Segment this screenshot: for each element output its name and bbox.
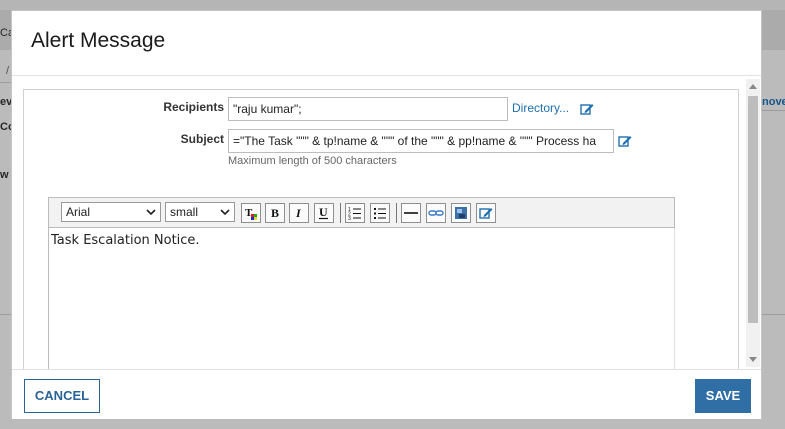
toolbar-separator bbox=[340, 203, 341, 223]
font-size-select[interactable]: small bbox=[165, 202, 235, 222]
font-size-value: small bbox=[170, 205, 199, 219]
toolbar-separator bbox=[396, 203, 397, 223]
horizontal-rule-button[interactable] bbox=[401, 203, 421, 223]
dialog-body: Recipients "raju kumar"; Directory... Su… bbox=[12, 77, 761, 369]
editor-content-area[interactable]: Task Escalation Notice. bbox=[51, 233, 200, 248]
image-icon bbox=[455, 207, 467, 219]
link-icon bbox=[428, 210, 444, 216]
unordered-list-button[interactable] bbox=[370, 203, 390, 223]
recipients-label: Recipients bbox=[163, 100, 224, 114]
recipients-input[interactable]: "raju kumar"; bbox=[228, 97, 508, 121]
italic-icon: I bbox=[295, 206, 302, 220]
editor-toolbar: Arial small T B I U 1 2 3 bbox=[49, 198, 674, 228]
svg-text:3: 3 bbox=[348, 216, 351, 222]
chevron-down-icon bbox=[146, 209, 156, 216]
dialog-header: Alert Message bbox=[12, 11, 761, 76]
bold-button[interactable]: B bbox=[265, 203, 285, 223]
text-color-button[interactable]: T bbox=[241, 203, 261, 223]
svg-text:U: U bbox=[319, 205, 328, 219]
svg-text:I: I bbox=[295, 206, 302, 220]
underline-icon: U bbox=[319, 205, 328, 220]
chevron-down-icon bbox=[220, 209, 230, 216]
ordered-list-icon: 1 2 3 bbox=[348, 207, 361, 222]
cancel-button[interactable]: CANCEL bbox=[24, 379, 100, 413]
scrollbar-thumb[interactable] bbox=[748, 96, 758, 323]
text-color-icon: T bbox=[245, 207, 257, 220]
save-button[interactable]: SAVE bbox=[695, 379, 751, 413]
ordered-list-button[interactable]: 1 2 3 bbox=[345, 203, 365, 223]
subject-helper-text: Maximum length of 500 characters bbox=[228, 155, 397, 167]
editor-border bbox=[674, 228, 675, 369]
unordered-list-icon bbox=[374, 208, 386, 219]
bold-icon: B bbox=[271, 206, 279, 220]
dialog-scrollbar[interactable] bbox=[746, 79, 760, 367]
edit-subject-icon[interactable] bbox=[618, 134, 632, 148]
dialog-title: Alert Message bbox=[31, 29, 166, 52]
italic-button[interactable]: I bbox=[289, 203, 309, 223]
edit-source-icon bbox=[479, 208, 493, 219]
font-family-select[interactable]: Arial bbox=[61, 202, 161, 222]
subject-label: Subject bbox=[180, 132, 224, 146]
subject-input[interactable]: ="The Task """ & tp!name & """ of the ""… bbox=[228, 129, 614, 153]
alert-message-dialog: Alert Message Recipients "raju kumar"; D… bbox=[11, 10, 762, 419]
form-panel: Recipients "raju kumar"; Directory... Su… bbox=[23, 89, 739, 369]
rich-text-editor: Arial small T B I U 1 2 3 Task Escalatio… bbox=[48, 197, 675, 369]
underline-button[interactable]: U bbox=[314, 203, 334, 223]
font-family-value: Arial bbox=[66, 205, 91, 219]
directory-link[interactable]: Directory... bbox=[512, 101, 569, 115]
source-edit-button[interactable] bbox=[476, 203, 496, 223]
dialog-footer: CANCEL SAVE bbox=[12, 369, 761, 419]
link-button[interactable] bbox=[426, 203, 446, 223]
edit-recipients-icon[interactable] bbox=[580, 102, 594, 116]
scroll-down-arrow-icon[interactable] bbox=[749, 357, 757, 362]
scroll-up-arrow-icon[interactable] bbox=[749, 84, 757, 89]
svg-text:B: B bbox=[271, 206, 279, 220]
horizontal-rule-icon bbox=[404, 212, 418, 214]
image-button[interactable] bbox=[451, 203, 471, 223]
